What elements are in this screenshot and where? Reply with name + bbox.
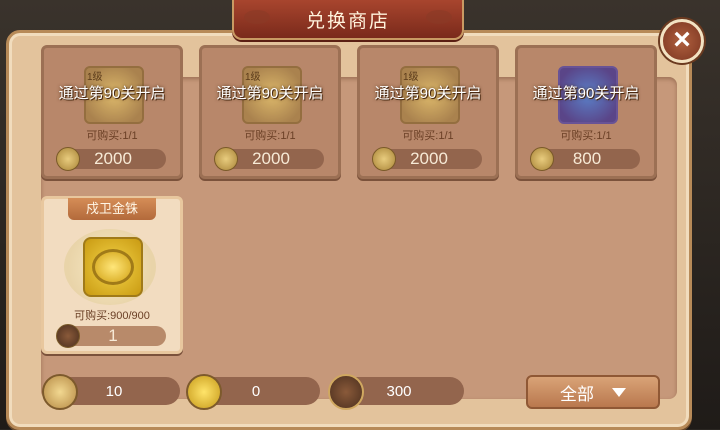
resource-value: 10 <box>105 382 123 400</box>
buy-limit: 可购买:1/1 <box>560 130 612 142</box>
shop-item[interactable]: 通过第90关开启 可购买:1/1 800 <box>515 45 657 179</box>
token-icon <box>42 374 78 410</box>
filter-label: 全部 <box>560 384 594 404</box>
resource-value: 0 <box>251 382 261 400</box>
buy-limit: 可购买:900/900 <box>74 310 150 322</box>
shop-item[interactable]: 1级 通过第90关开启 可购买:1/1 2000 <box>41 45 183 179</box>
price: 800 <box>572 149 602 168</box>
buy-limit: 可购买:1/1 <box>86 130 138 142</box>
locked-text: 通过第90关开启 <box>532 85 640 102</box>
resource-counter: 10 <box>42 374 180 410</box>
token-icon <box>372 147 396 171</box>
price-bar: 2000 <box>372 147 482 171</box>
medal-icon <box>56 324 80 348</box>
locked-text: 通过第90关开启 <box>374 85 482 102</box>
shop-item[interactable]: 1级 通过第90关开启 可购买:1/1 2000 <box>357 45 499 179</box>
buy-limit: 可购买:1/1 <box>402 130 454 142</box>
token-icon <box>56 147 80 171</box>
medal-icon <box>328 374 364 410</box>
price: 2000 <box>252 149 290 168</box>
item-level: 1级 <box>87 72 103 83</box>
price-bar: 800 <box>530 147 640 171</box>
price: 2000 <box>410 149 448 168</box>
price-bar: 1 <box>56 324 166 348</box>
locked-text: 通过第90关开启 <box>216 85 324 102</box>
resource-counter: 0 <box>186 374 320 410</box>
token-icon <box>214 147 238 171</box>
gold-coin-icon <box>186 374 222 410</box>
price: 2000 <box>94 149 132 168</box>
item-level: 1级 <box>403 72 419 83</box>
resource-value: 300 <box>386 382 412 400</box>
chevron-down-icon <box>612 387 626 397</box>
price-bar: 2000 <box>56 147 166 171</box>
item-level: 1级 <box>245 72 261 83</box>
page-title: 兑换商店 <box>232 0 464 40</box>
shop-item[interactable]: 1级 通过第90关开启 可购买:1/1 2000 <box>199 45 341 179</box>
filter-dropdown[interactable]: 全部 <box>526 375 660 409</box>
item-icon-frame <box>64 229 156 305</box>
token-icon <box>530 147 554 171</box>
price-bar: 2000 <box>214 147 324 171</box>
resource-counter: 300 <box>328 374 464 410</box>
close-icon: × <box>673 23 691 56</box>
price: 1 <box>108 326 118 345</box>
page-title-text: 兑换商店 <box>305 10 390 32</box>
gold-coin-icon <box>83 237 143 297</box>
buy-limit: 可购买:1/1 <box>244 130 296 142</box>
item-name: 戍卫金铢 <box>68 198 156 220</box>
locked-text: 通过第90关开启 <box>58 85 166 102</box>
close-button[interactable]: × <box>660 19 704 63</box>
shop-item-featured[interactable]: 戍卫金铢 可购买:900/900 1 <box>41 196 183 354</box>
